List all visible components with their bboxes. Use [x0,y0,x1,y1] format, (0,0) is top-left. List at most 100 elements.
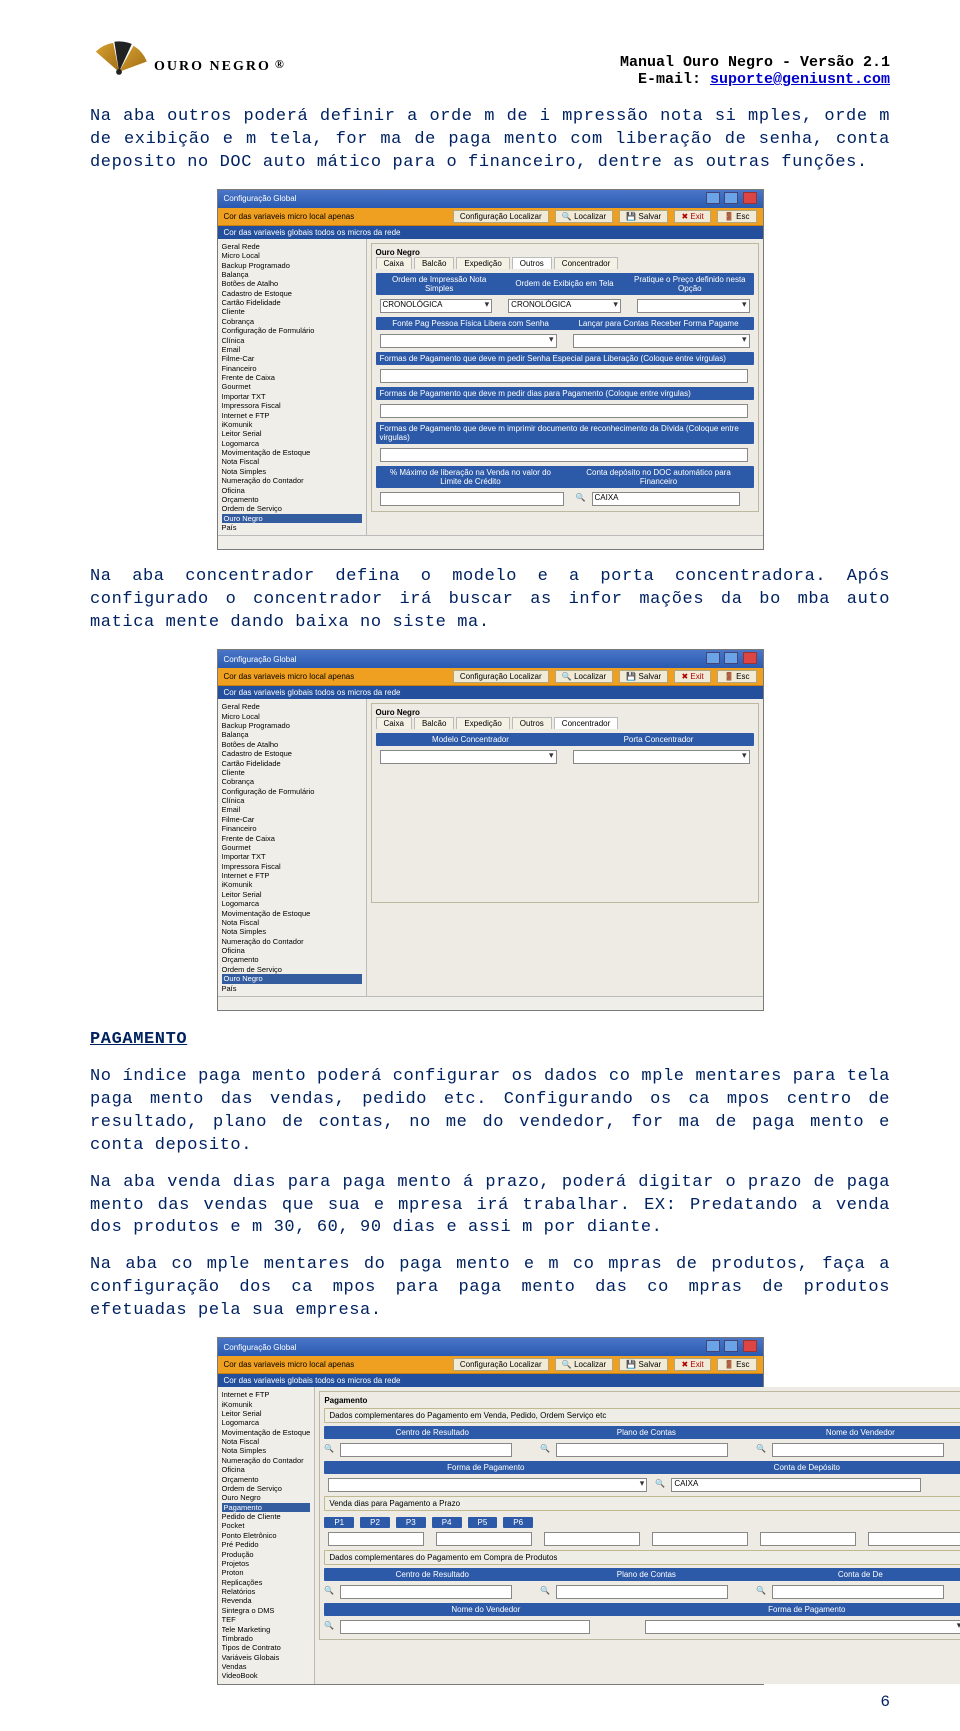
sidebar-item[interactable]: Cartão Fidelidade [222,759,362,768]
sidebar-item[interactable]: Botões de Atalho [222,740,362,749]
ordem-exibicao-select[interactable]: CRONOLÓGICA [508,299,621,313]
config-localizar-button[interactable]: Configuração Localizar [453,670,549,683]
sidebar-item[interactable]: TEF [222,1615,311,1624]
sidebar-item[interactable]: Vendas [222,1662,311,1671]
search-icon[interactable]: 🔍 [324,1444,336,1456]
salvar-button[interactable]: 💾 Salvar [619,210,668,223]
sidebar-item[interactable]: Email [222,805,362,814]
sidebar-item[interactable]: Ordem de Serviço [222,504,362,513]
exit-button[interactable]: ✖ Exit [674,1358,710,1371]
sidebar-item[interactable]: Movimentação de Estoque [222,448,362,457]
support-email-link[interactable]: suporte@geniusnt.com [710,71,890,88]
sidebar-item[interactable]: Configuração de Formulário [222,326,362,335]
sidebar-item[interactable]: Gourmet [222,382,362,391]
sidebar-item[interactable]: Ouro Negro [222,514,362,523]
sidebar-item[interactable]: Proton [222,1568,311,1577]
sidebar-item[interactable]: Internet e FTP [222,1390,311,1399]
minimize-icon[interactable] [706,1340,720,1352]
sidebar-item[interactable]: Micro Local [222,712,362,721]
sidebar-item[interactable]: Logomarca [222,439,362,448]
tab-outros[interactable]: Outros [512,257,552,269]
compra-forma-select[interactable] [645,1620,960,1634]
sidebar-item[interactable]: Tipos de Contrato [222,1643,311,1652]
sidebar-item[interactable]: Leitor Serial [222,890,362,899]
sidebar-item[interactable]: Ordem de Serviço [222,965,362,974]
plano-contas-input[interactable] [556,1443,727,1457]
tab-caixa[interactable]: Caixa [376,257,412,269]
sidebar-item[interactable]: Importar TXT [222,852,362,861]
config-sidebar[interactable]: Geral RedeMicro LocalBackup ProgramadoBa… [218,699,367,996]
tab-balcão[interactable]: Balcão [414,257,454,269]
close-icon[interactable] [743,1340,757,1352]
percent-max-input[interactable] [380,492,564,506]
compra-plano-input[interactable] [556,1585,727,1599]
porta-concentrador-select[interactable] [573,750,750,764]
p2-input[interactable] [436,1532,532,1546]
sidebar-item[interactable]: Gourmet [222,843,362,852]
nome-vendedor-input[interactable] [772,1443,943,1457]
formas-dias-input[interactable] [380,404,749,418]
sidebar-item[interactable]: Oficina [222,946,362,955]
sidebar-item[interactable]: País [222,523,362,532]
sidebar-item[interactable]: Logomarca [222,1418,311,1427]
esc-button[interactable]: 🚪 Esc [717,1358,757,1371]
sidebar-item[interactable]: Projetos [222,1559,311,1568]
centro-resultado-input[interactable] [340,1443,511,1457]
sidebar-item[interactable]: Variáveis Globais [222,1653,311,1662]
sidebar-item[interactable]: Cobrança [222,317,362,326]
modelo-concentrador-select[interactable] [380,750,557,764]
sidebar-item[interactable]: Nota Simples [222,927,362,936]
exit-button[interactable]: ✖ Exit [674,670,710,683]
sidebar-item[interactable]: Ouro Negro [222,1493,311,1502]
formas-senha-input[interactable] [380,369,749,383]
sidebar-item[interactable]: Orçamento [222,1475,311,1484]
search-icon[interactable]: 🔍 [540,1586,552,1598]
sidebar-item[interactable]: Balança [222,730,362,739]
sidebar-item[interactable]: Pré Pedido [222,1540,311,1549]
sidebar-item[interactable]: Replicações [222,1578,311,1587]
sidebar-item[interactable]: Internet e FTP [222,411,362,420]
sidebar-item[interactable]: Cartão Fidelidade [222,298,362,307]
compra-centro-input[interactable] [340,1585,511,1599]
p5-input[interactable] [760,1532,856,1546]
sidebar-item[interactable]: Movimentação de Estoque [222,909,362,918]
sidebar-item[interactable]: Backup Programado [222,261,362,270]
sidebar-item[interactable]: Internet e FTP [222,871,362,880]
sidebar-item[interactable]: Numeração do Contador [222,937,362,946]
sidebar-item[interactable]: Tele Marketing [222,1625,311,1634]
sidebar-item[interactable]: Micro Local [222,251,362,260]
sidebar-item[interactable]: Cliente [222,768,362,777]
p3-input[interactable] [544,1532,640,1546]
close-icon[interactable] [743,652,757,664]
fonte-pag-select[interactable] [380,334,557,348]
localizar-button[interactable]: 🔍 Localizar [555,1358,613,1371]
maximize-icon[interactable] [724,652,738,664]
sidebar-item[interactable]: Filme-Car [222,354,362,363]
sidebar-item[interactable]: Frente de Caixa [222,834,362,843]
exit-button[interactable]: ✖ Exit [674,210,710,223]
sidebar-item[interactable]: Geral Rede [222,242,362,251]
p6-input[interactable] [868,1532,960,1546]
config-localizar-button[interactable]: Configuração Localizar [453,1358,549,1371]
sidebar-item[interactable]: Cliente [222,307,362,316]
sidebar-item[interactable]: Logomarca [222,899,362,908]
sidebar-item[interactable]: Oficina [222,1465,311,1474]
sidebar-item[interactable]: iKomunik [222,1400,311,1409]
ordem-impressao-select[interactable]: CRONOLÓGICA [380,299,493,313]
sidebar-item[interactable]: Leitor Serial [222,429,362,438]
tab-concentrador[interactable]: Concentrador [554,257,618,269]
sidebar-item[interactable]: Email [222,345,362,354]
search-icon[interactable]: 🔍 [756,1444,768,1456]
sidebar-item[interactable]: Nota Simples [222,467,362,476]
p4-input[interactable] [652,1532,748,1546]
maximize-icon[interactable] [724,192,738,204]
sidebar-item[interactable]: Impressora Fiscal [222,862,362,871]
sidebar-item[interactable]: Orçamento [222,495,362,504]
search-icon[interactable]: 🔍 [540,1444,552,1456]
sidebar-item[interactable]: VideoBook [222,1671,311,1680]
sidebar-item[interactable]: Impressora Fiscal [222,401,362,410]
search-icon[interactable]: 🔍 [655,1479,667,1491]
sidebar-item[interactable]: Pedido de Cliente [222,1512,311,1521]
pratique-preco-select[interactable] [637,299,750,313]
sidebar-item[interactable]: Cadastro de Estoque [222,289,362,298]
